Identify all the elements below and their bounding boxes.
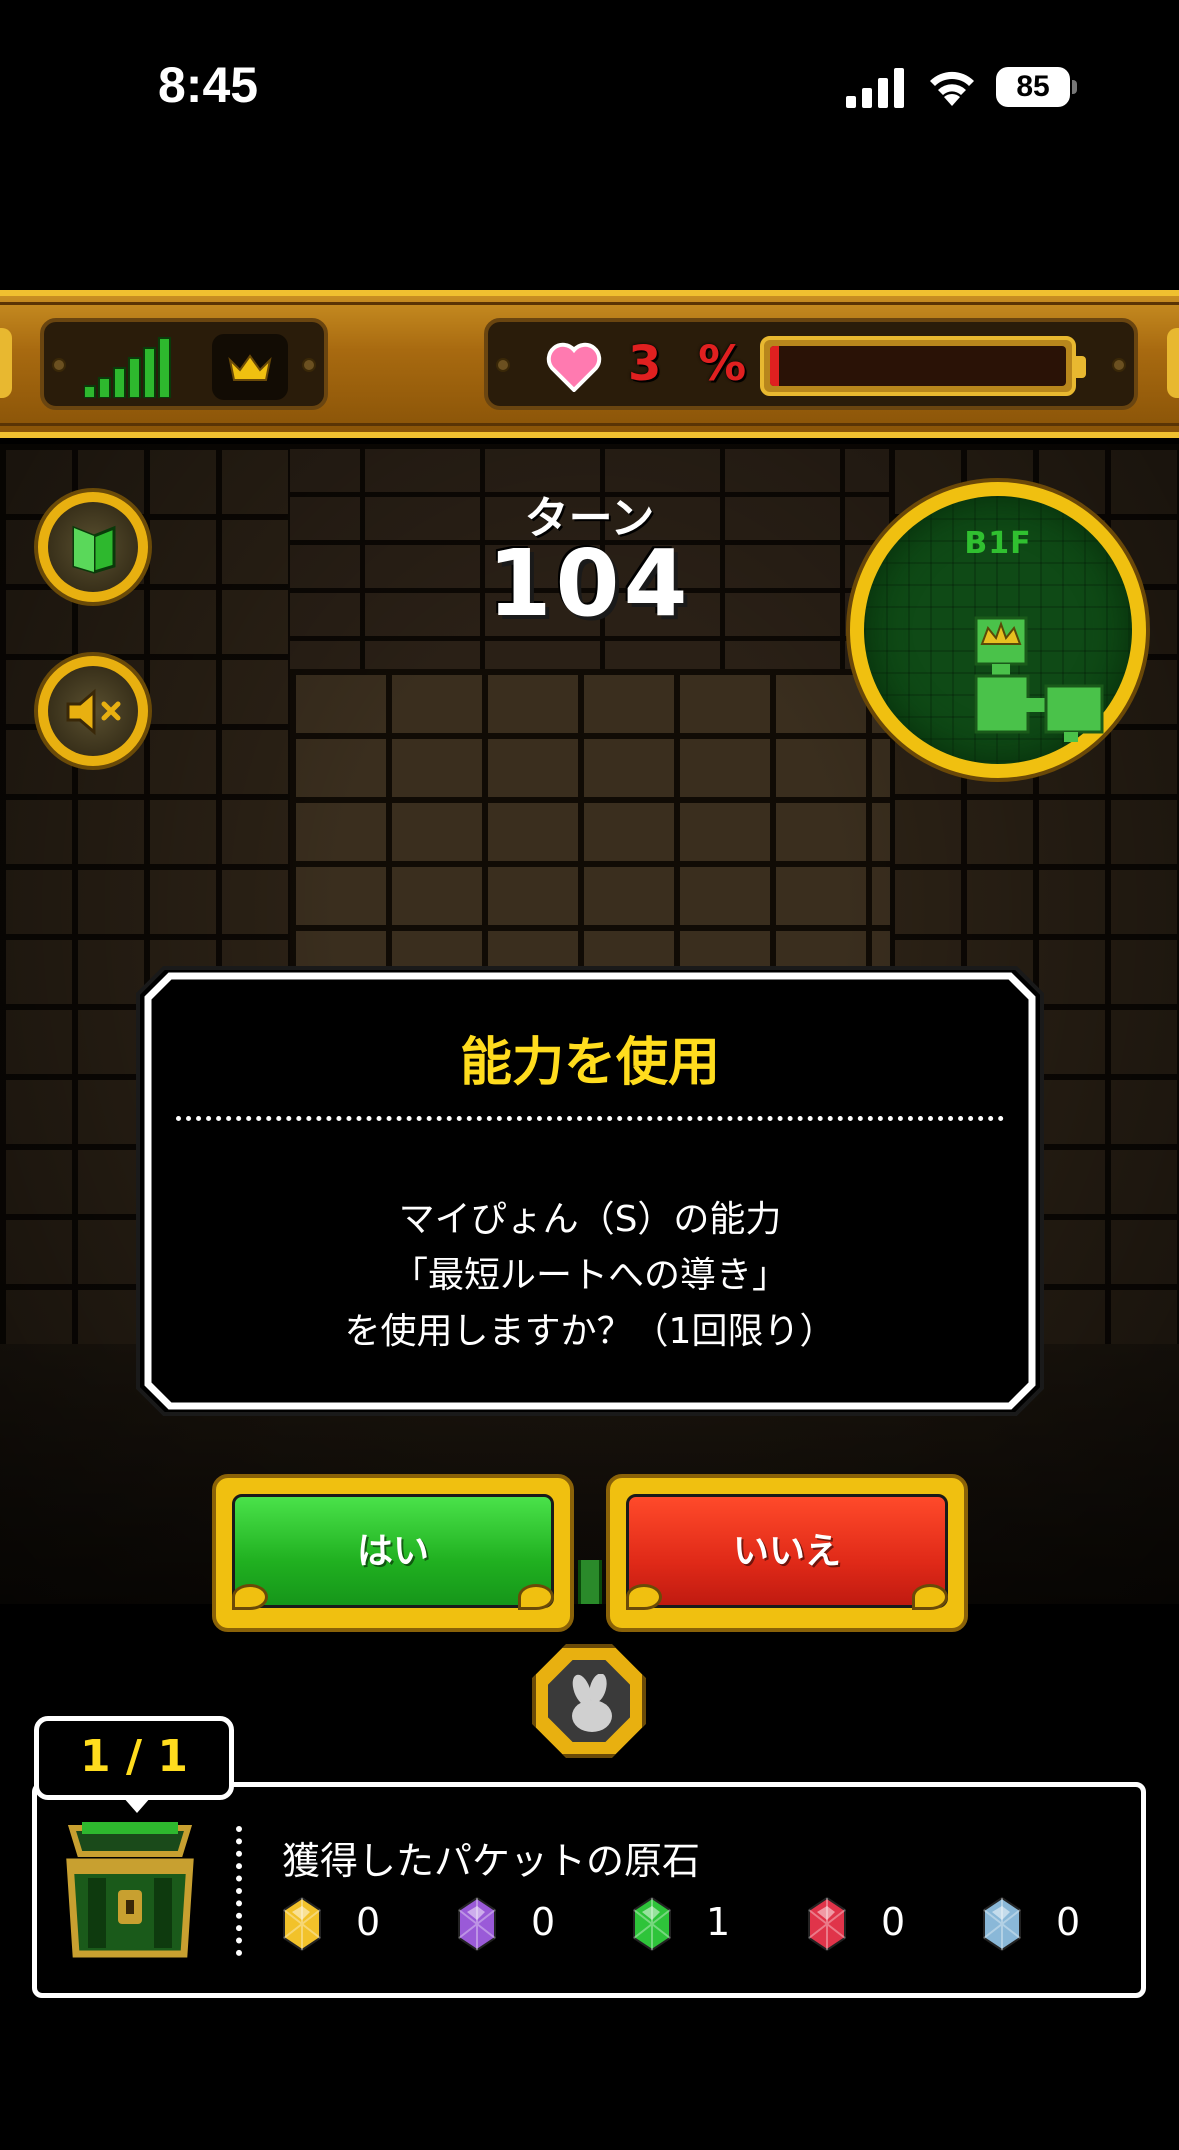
treasure-chest-icon [66,1822,194,1958]
blue-gem-count: 0 [1056,1900,1081,1944]
hp-panel: 3 % [484,318,1138,410]
page-counter-text: 1 / 1 [80,1731,188,1782]
speaker-muted-icon [66,688,121,736]
page-counter: 1 / 1 [34,1716,234,1813]
use-ability-dialog: 能力を使用 マイぴょん（S）の能力 「最短ルートへの導き」 を使用しますか？（1… [134,964,1046,1418]
battery-level: 85 [996,67,1070,107]
crown-icon [212,334,288,400]
yes-button-label: はい [356,1531,429,1572]
no-button[interactable]: いいえ [606,1474,968,1632]
hud-ornament-right [1167,328,1179,398]
map-rooms [974,616,1104,742]
loot-divider [236,1826,242,1956]
hud-ornament-left [0,328,12,398]
dialog-message-line: 「最短ルートへの導き」 [391,1255,788,1296]
red-gem-icon [808,1896,846,1952]
loot-title: 獲得したパケットの原石 [282,1839,701,1883]
green-gem-icon [633,1896,671,1952]
heart-icon [546,342,602,392]
signal-strength-icon [84,337,171,398]
battery-icon: 85 [996,67,1077,107]
hp-gauge [760,336,1086,396]
connection-panel [40,318,328,410]
button-connector [578,1560,602,1604]
yellow-gem-icon [283,1896,321,1952]
rainbow-gem-count: 0 [531,1900,556,1944]
rabbit-icon [572,1674,612,1732]
dialog-title: 能力を使用 [459,1033,720,1093]
cellular-signal-icon [846,68,904,108]
wifi-icon [930,71,974,106]
loot-panel [32,1782,1146,1998]
dialog-message: マイぴょん（S）の能力 「最短ルートへの導き」 を使用しますか？（1回限り） [134,1192,1046,1360]
hud-bar: 3 % [0,290,1179,438]
mute-button[interactable] [34,652,152,770]
yellow-gem-count: 0 [356,1900,381,1944]
dialog-message-line: マイぴょん（S）の能力 [398,1199,782,1240]
hp-gauge-fill [770,346,779,386]
blue-gem-icon [983,1896,1021,1952]
rainbow-gem-icon [458,1896,496,1952]
dialog-divider [176,1116,1004,1121]
green-gem-count: 1 [706,1900,731,1944]
yes-button[interactable]: はい [212,1474,574,1632]
dialog-message-line: を使用しますか？（1回限り） [344,1311,836,1352]
no-button-label: いいえ [732,1531,841,1572]
hp-percent-text: 3 % [628,336,757,392]
red-gem-count: 0 [881,1900,906,1944]
status-bar: 8:45 85 [0,0,1179,180]
minimap[interactable]: B1F [846,478,1150,782]
rabbit-ability-button[interactable] [532,1644,646,1758]
status-time: 8:45 [158,57,259,113]
